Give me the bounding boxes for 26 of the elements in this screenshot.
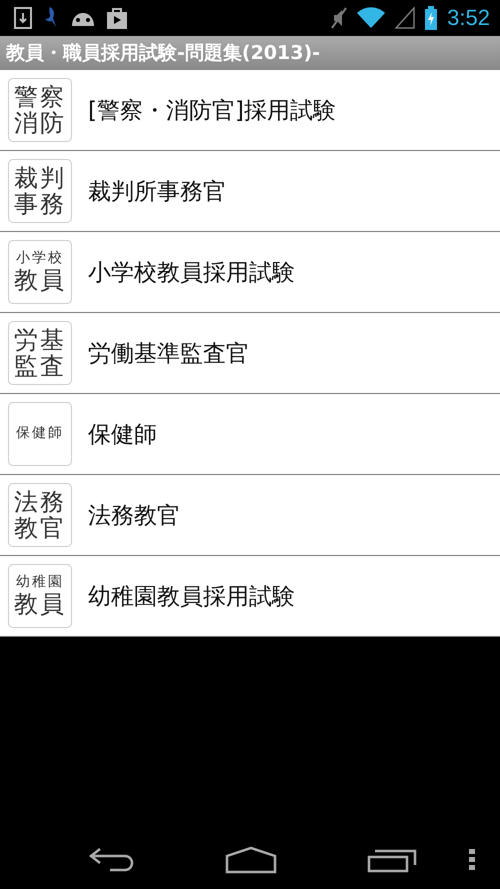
back-icon[interactable] [88, 846, 136, 872]
text-icon: 幼稚園 教員 [8, 564, 72, 628]
text-icon: 警察 消防 [8, 78, 72, 142]
list-item-label: 幼稚園教員採用試験 [88, 582, 295, 612]
list-item[interactable]: 保健師 保健師 [0, 394, 500, 475]
list-item-label: 保健師 [88, 420, 157, 450]
store-bag-icon [106, 6, 128, 30]
list-item-label: 法務教官 [88, 502, 180, 530]
menu-icon[interactable] [469, 848, 475, 870]
app-title: 教員・職員採用試験-問題集(2013)- [6, 41, 320, 66]
download-icon [14, 7, 32, 29]
list-item-label: 裁判所事務官 [88, 178, 226, 206]
wifi-icon [357, 7, 386, 29]
signal-icon [395, 7, 416, 29]
text-icon: 小学校 教員 [8, 240, 72, 304]
list-item-label: 小学校教員採用試験 [88, 258, 295, 288]
list-item-label: 労働基準監査官 [88, 340, 249, 368]
home-icon[interactable] [225, 846, 277, 874]
text-icon: 法務 教官 [8, 483, 72, 547]
list-item-label: [警察・消防官]採用試験 [88, 96, 336, 126]
muted-icon [331, 7, 348, 29]
battery-icon [425, 6, 438, 30]
text-icon: 保健師 [8, 402, 72, 466]
text-icon: 裁判 事務 [8, 159, 72, 223]
clock-time: 3:52 [447, 5, 490, 31]
text-icon: 労基 監査 [8, 321, 72, 385]
